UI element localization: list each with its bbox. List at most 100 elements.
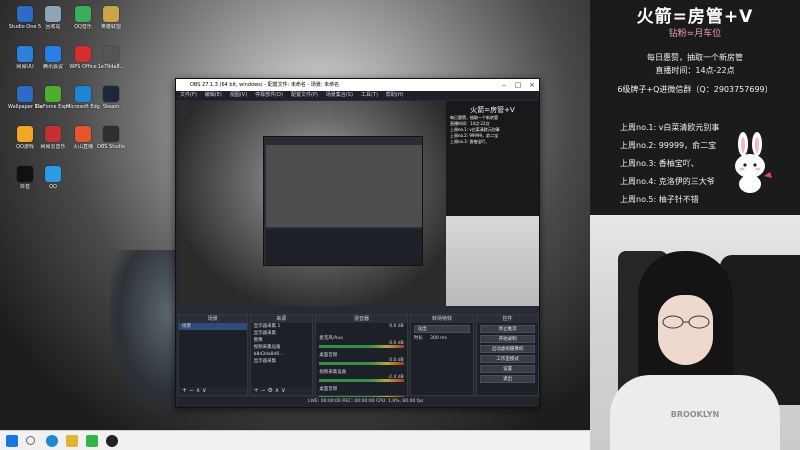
panel-line-1: 每日惠赞，抽取一个新房管 bbox=[647, 53, 743, 62]
rank-item: 上周no.1: v白菜清欧元别事 bbox=[620, 123, 720, 132]
transition-select[interactable]: 淡出 bbox=[413, 325, 471, 333]
desktop-icon[interactable]: 网易云音乐 bbox=[36, 126, 70, 150]
maximize-icon[interactable]: □ bbox=[511, 79, 525, 91]
preview-nested-canvas bbox=[266, 145, 422, 227]
mixer-channel[interactable]: 麦克风/Aux 0.0 dB bbox=[316, 323, 406, 348]
app-icon bbox=[75, 86, 91, 102]
exit-button[interactable]: 退出 bbox=[480, 375, 535, 383]
panel-subtitle: 钻粉=月车位 bbox=[668, 29, 722, 39]
sources-dock: 来源 显示器采集 1 显示器采集 图像 视频采集设备 b8d3da8d6... … bbox=[249, 314, 314, 396]
obs-preview[interactable]: 火箭=房管+V 每日惠赞，抽取一个新房管 直播时间：14点-22点 上周no.1… bbox=[178, 101, 539, 306]
desktop-icon-label: 1e79da8... bbox=[97, 64, 125, 70]
app-icon bbox=[45, 86, 61, 102]
obs-menu-item[interactable]: 文件(F) bbox=[180, 92, 197, 98]
desktop-icon[interactable]: 回收站 bbox=[36, 6, 70, 30]
preview-webcam bbox=[446, 216, 539, 306]
app-icon bbox=[103, 46, 119, 62]
panel-line-3: 6级牌子+Q进微信群（Q：2903757699） bbox=[617, 85, 773, 94]
sources-toolbar: + − ⚙ ∧ ∨ bbox=[250, 387, 313, 395]
desktop-icon[interactable]: 英雄联盟 bbox=[94, 6, 128, 30]
controls-header: 控件 bbox=[477, 315, 538, 323]
webcam-feed: BROOKLYN bbox=[590, 215, 800, 450]
app-icon bbox=[103, 126, 119, 142]
preview-info-title: 火箭=房管+V bbox=[470, 106, 515, 114]
preview-desktop-capture bbox=[178, 101, 446, 306]
source-item[interactable]: 显示器采集 1 bbox=[251, 323, 313, 330]
obs-menu-item[interactable]: 工具(T) bbox=[361, 92, 378, 98]
rank-item: 上周no.5: 柚子针不错 bbox=[620, 195, 699, 204]
file-explorer-icon[interactable] bbox=[66, 435, 78, 447]
obs-statusbar: LIVE: 00:00:00 REC: 00:00:00 CPU: 1.0%, … bbox=[178, 397, 539, 407]
mixer-volume-slider[interactable] bbox=[319, 379, 404, 382]
desktop-icon-label: 网易云音乐 bbox=[40, 144, 66, 150]
mixer-channel[interactable]: 桌面音频 0.0 dB bbox=[316, 340, 406, 365]
source-item[interactable]: 显示器采集 bbox=[251, 358, 313, 365]
wechat-icon[interactable] bbox=[86, 435, 98, 447]
obs-menu-item[interactable]: 配置文件(P) bbox=[291, 92, 318, 98]
app-icon bbox=[17, 166, 33, 182]
obs-menubar: 文件(F) 编辑(E) 视图(V) 停靠部件(D) 配置文件(P) 场景集合(S) 工具(T… bbox=[176, 91, 539, 100]
panel-title: 火箭=房管+V bbox=[636, 7, 754, 27]
desktop-icon-label: 英雄联盟 bbox=[100, 24, 121, 30]
minimize-icon[interactable]: – bbox=[497, 79, 511, 91]
source-item[interactable]: b8d3da8d6... bbox=[251, 351, 313, 358]
desktop-icon-label: 腾讯会议 bbox=[42, 64, 63, 70]
streamer-face bbox=[658, 295, 713, 365]
mixer-volume-slider[interactable] bbox=[319, 362, 404, 365]
rank-item: 上周no.2: 99999，俞二宝 bbox=[620, 141, 717, 150]
desktop-icon-label: Steam bbox=[102, 104, 120, 110]
app-icon bbox=[75, 126, 91, 142]
sweater-print: BROOKLYN bbox=[670, 410, 720, 419]
scenes-toolbar: + − ∧ ∨ bbox=[179, 387, 247, 395]
desktop-icon[interactable]: QQ bbox=[36, 166, 70, 190]
rank-item: 上周no.4: 克洛伊的三大爷 bbox=[620, 177, 715, 186]
desktop-icon[interactable]: 腾讯会议 bbox=[36, 46, 70, 70]
duration-value: 300 ms bbox=[430, 336, 447, 341]
desktop-icon[interactable]: 1e79da8... bbox=[94, 46, 128, 70]
close-icon[interactable]: × bbox=[525, 79, 539, 91]
source-item[interactable]: 图像 bbox=[251, 337, 313, 344]
app-icon bbox=[103, 6, 119, 22]
obs-menu-item[interactable]: 停靠部件(D) bbox=[255, 92, 283, 98]
search-icon[interactable] bbox=[26, 436, 35, 445]
source-item[interactable]: 显示器采集 bbox=[251, 330, 313, 337]
stop-streaming-button[interactable]: 停止推流 bbox=[480, 325, 535, 333]
transition-duration[interactable]: 时长 300 ms bbox=[411, 335, 474, 342]
desktop-icon-label: QQ bbox=[49, 184, 57, 190]
mixer-channel-label: 桌面音频 bbox=[319, 387, 338, 392]
transitions-dock: 转场特效 淡出 时长 300 ms bbox=[409, 314, 475, 396]
bunny-sticker-icon bbox=[735, 132, 772, 193]
start-icon[interactable] bbox=[6, 435, 18, 447]
start-recording-button[interactable]: 开始录制 bbox=[480, 335, 535, 343]
mixer-channel[interactable]: 桌面音频 -2.4 dB bbox=[316, 374, 406, 399]
desktop-icon[interactable]: OBS Studio bbox=[94, 126, 128, 150]
preview-info-overlay: 火箭=房管+V 每日惠赞，抽取一个新房管 直播时间：14点-22点 上周no.1… bbox=[446, 101, 539, 216]
mixer-channel[interactable]: 视频采集设备 0.0 dB bbox=[316, 357, 406, 382]
obs-taskbar-icon[interactable] bbox=[106, 435, 118, 447]
settings-button[interactable]: 设置 bbox=[480, 365, 535, 373]
screen: Studio One 5 回收站 QQ音乐 英雄联盟 网易UU 腾讯会议 WPS Offic… bbox=[0, 0, 800, 450]
edge-icon[interactable] bbox=[46, 435, 58, 447]
app-icon bbox=[17, 86, 33, 102]
preview-info-line-5: 上周no.3: 香柚宝吖、 bbox=[450, 139, 490, 144]
obs-menu-item[interactable]: 帮助(H) bbox=[386, 92, 404, 98]
obs-dock-area: 场景 场景 + − ∧ ∨ 来源 显示器采集 1 显示器采集 图像 视频采集设备… bbox=[178, 314, 539, 399]
obs-menu-item[interactable]: 场景集合(S) bbox=[326, 92, 353, 98]
info-panel: 火箭=房管+V 钻粉=月车位 每日惠赞，抽取一个新房管 直播时间：14点-22点… bbox=[590, 0, 800, 215]
app-icon bbox=[17, 126, 33, 142]
virtual-camera-button[interactable]: 启动虚拟摄像机 bbox=[480, 345, 535, 353]
studio-mode-button[interactable]: 工作室模式 bbox=[480, 355, 535, 363]
preview-nested-docks bbox=[266, 229, 422, 265]
app-icon bbox=[103, 86, 119, 102]
rank-item: 上周no.3: 香柚宝吖、 bbox=[620, 159, 699, 168]
preview-nested-obs bbox=[263, 136, 423, 266]
mixer-volume-slider[interactable] bbox=[319, 345, 404, 348]
scene-item[interactable]: 场景 bbox=[179, 323, 247, 330]
app-icon bbox=[45, 46, 61, 62]
desktop-icon[interactable]: Steam bbox=[94, 86, 128, 110]
app-icon bbox=[17, 46, 33, 62]
source-item[interactable]: 视频采集设备 bbox=[251, 344, 313, 351]
desktop-icon[interactable]: GeForce Experience bbox=[36, 86, 70, 110]
obs-menu-item[interactable]: 编辑(E) bbox=[205, 92, 222, 98]
obs-menu-item[interactable]: 视图(V) bbox=[230, 92, 247, 98]
